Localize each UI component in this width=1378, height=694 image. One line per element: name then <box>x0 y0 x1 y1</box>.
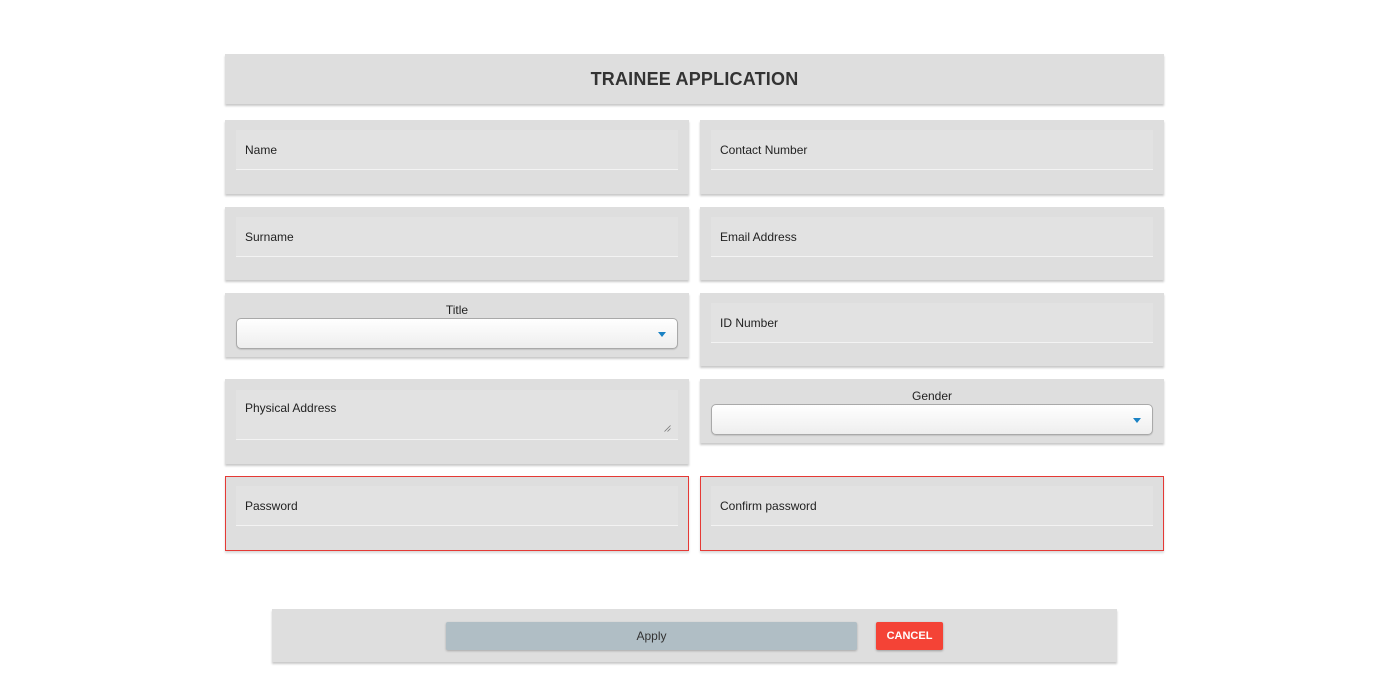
form-header: TRAINEE APPLICATION <box>225 54 1164 104</box>
password-field <box>236 486 678 526</box>
surname-input[interactable] <box>245 229 678 244</box>
physical-address-textarea[interactable] <box>245 390 669 439</box>
caret-down-icon <box>1133 418 1141 423</box>
gender-label: Gender <box>911 389 953 403</box>
gender-card: Gender <box>700 379 1164 443</box>
id-number-card <box>700 293 1164 366</box>
resize-grip-icon[interactable] <box>664 425 671 432</box>
confirm-password-field <box>711 486 1153 526</box>
action-bar: Apply CANCEL <box>272 609 1117 662</box>
confirm-password-card <box>700 476 1164 551</box>
name-card <box>225 120 689 194</box>
title-label: Title <box>445 303 469 317</box>
password-card <box>225 476 689 551</box>
physical-address-card <box>225 379 689 464</box>
trainee-application-page: TRAINEE APPLICATION Title <box>0 0 1378 694</box>
caret-down-icon <box>658 332 666 337</box>
title-select[interactable] <box>236 318 678 349</box>
email-address-input[interactable] <box>720 229 1153 244</box>
contact-number-card <box>700 120 1164 194</box>
gender-select[interactable] <box>711 404 1153 435</box>
cancel-button[interactable]: CANCEL <box>876 622 943 650</box>
email-address-card <box>700 207 1164 280</box>
id-number-field <box>711 303 1153 343</box>
physical-address-field <box>236 390 678 440</box>
id-number-input[interactable] <box>720 315 1153 330</box>
name-input[interactable] <box>245 142 678 157</box>
surname-field <box>236 217 678 257</box>
name-field <box>236 130 678 170</box>
email-address-field <box>711 217 1153 257</box>
title-card: Title <box>225 293 689 357</box>
apply-button[interactable]: Apply <box>446 622 857 650</box>
password-input[interactable] <box>245 498 678 513</box>
confirm-password-input[interactable] <box>720 498 1153 513</box>
surname-card <box>225 207 689 280</box>
contact-number-input[interactable] <box>720 142 1153 157</box>
page-title: TRAINEE APPLICATION <box>590 68 799 89</box>
contact-number-field <box>711 130 1153 170</box>
